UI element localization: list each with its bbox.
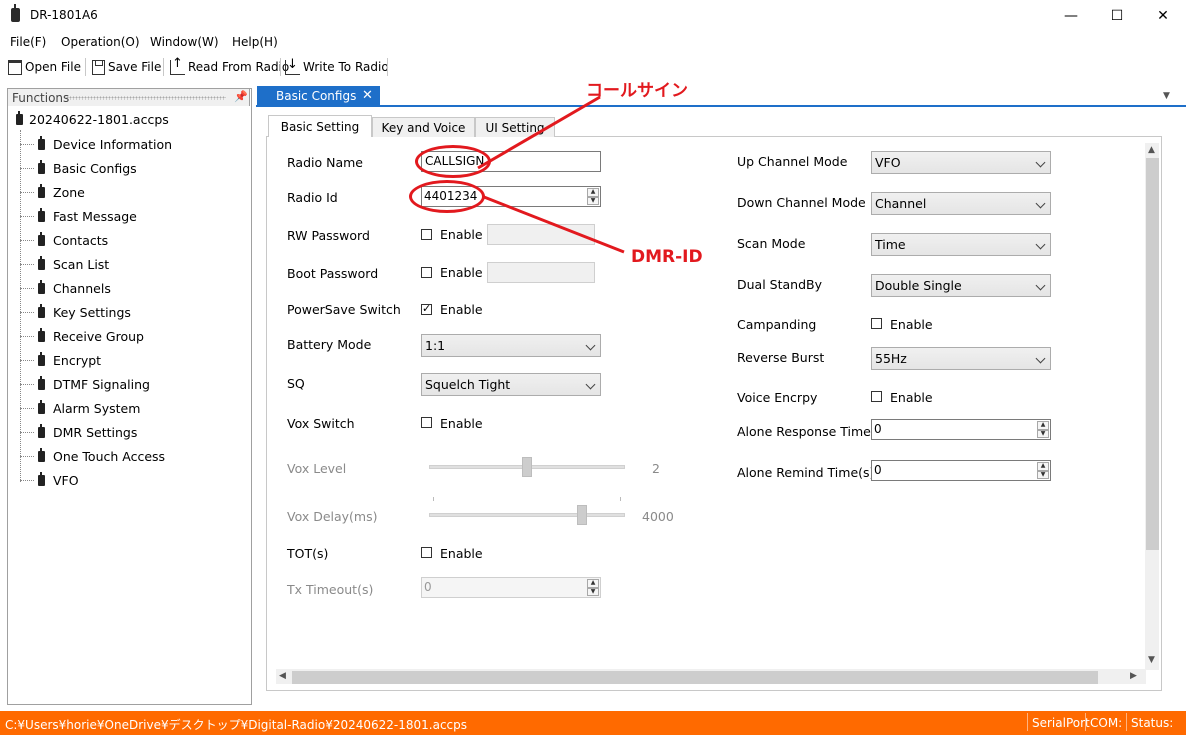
status-separator: [1085, 713, 1086, 731]
dmr-id-annotation: DMR-ID: [631, 247, 703, 267]
dmr-id-arrow-line: [483, 195, 625, 254]
callsign-arrow-line: [477, 95, 601, 170]
subtab-basic-setting[interactable]: Basic Setting: [268, 115, 372, 137]
status-separator: [1027, 713, 1028, 731]
status-separator: [1126, 713, 1127, 731]
status-serial-port: SerialPort: [1032, 716, 1090, 730]
callsign-annotation: コールサイン: [586, 81, 688, 101]
annotation-arrows: [477, 95, 625, 254]
status-status: Status:: [1131, 716, 1174, 730]
status-file-path: C:¥Users¥horie¥OneDrive¥デスクトップ¥Digital-R…: [5, 718, 468, 732]
status-com: COM:: [1090, 716, 1123, 730]
subtab-label: Basic Setting: [280, 119, 360, 134]
